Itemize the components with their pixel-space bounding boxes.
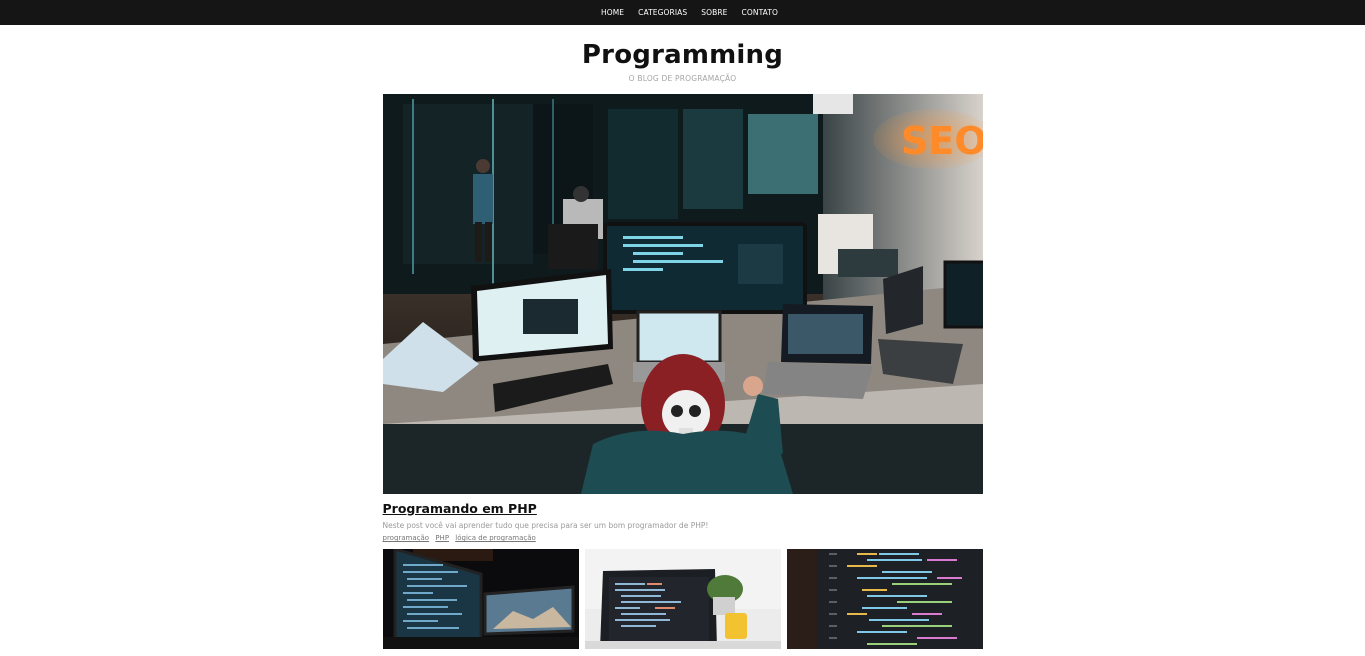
tag-link-php[interactable]: PHP [435,534,449,542]
main-content: SEO Programando em PHP Neste post você v… [382,83,983,649]
top-navigation: HOME CATEGORIAS SOBRE CONTATO [0,0,1365,25]
code-closeup-illustration [786,549,983,649]
post-card-image[interactable] [786,549,983,649]
tag-link-programacao[interactable]: programação [383,534,430,542]
featured-post-image[interactable]: SEO [382,94,983,494]
site-header: Programming O BLOG DE PROGRAMAÇÃO [0,25,1365,83]
post-card-image[interactable] [584,549,781,649]
featured-post-excerpt: Neste post você vai aprender tudo que pr… [382,521,709,530]
site-title: Programming [581,40,784,70]
nav-home-link[interactable]: HOME [601,8,624,17]
post-grid [382,549,983,649]
dual-monitor-illustration [382,549,579,649]
programmer-desk-illustration: SEO [382,94,983,494]
nav-contato-link[interactable]: CONTATO [742,8,778,17]
featured-post-tags: programação PHP lógica de programação [383,534,983,542]
nav-categorias-link[interactable]: CATEGORIAS [638,8,687,17]
post-card-image[interactable] [382,549,579,649]
featured-post-title-link[interactable]: Programando em PHP [383,501,537,516]
site-tagline: O BLOG DE PROGRAMAÇÃO [628,74,737,83]
tag-link-logica-de-programacao[interactable]: lógica de programação [455,534,536,542]
nav-sobre-link[interactable]: SOBRE [701,8,727,17]
featured-post: SEO Programando em PHP Neste post você v… [382,94,983,542]
laptop-code-illustration [584,549,781,649]
wall-sign-text: SEO [901,119,983,163]
